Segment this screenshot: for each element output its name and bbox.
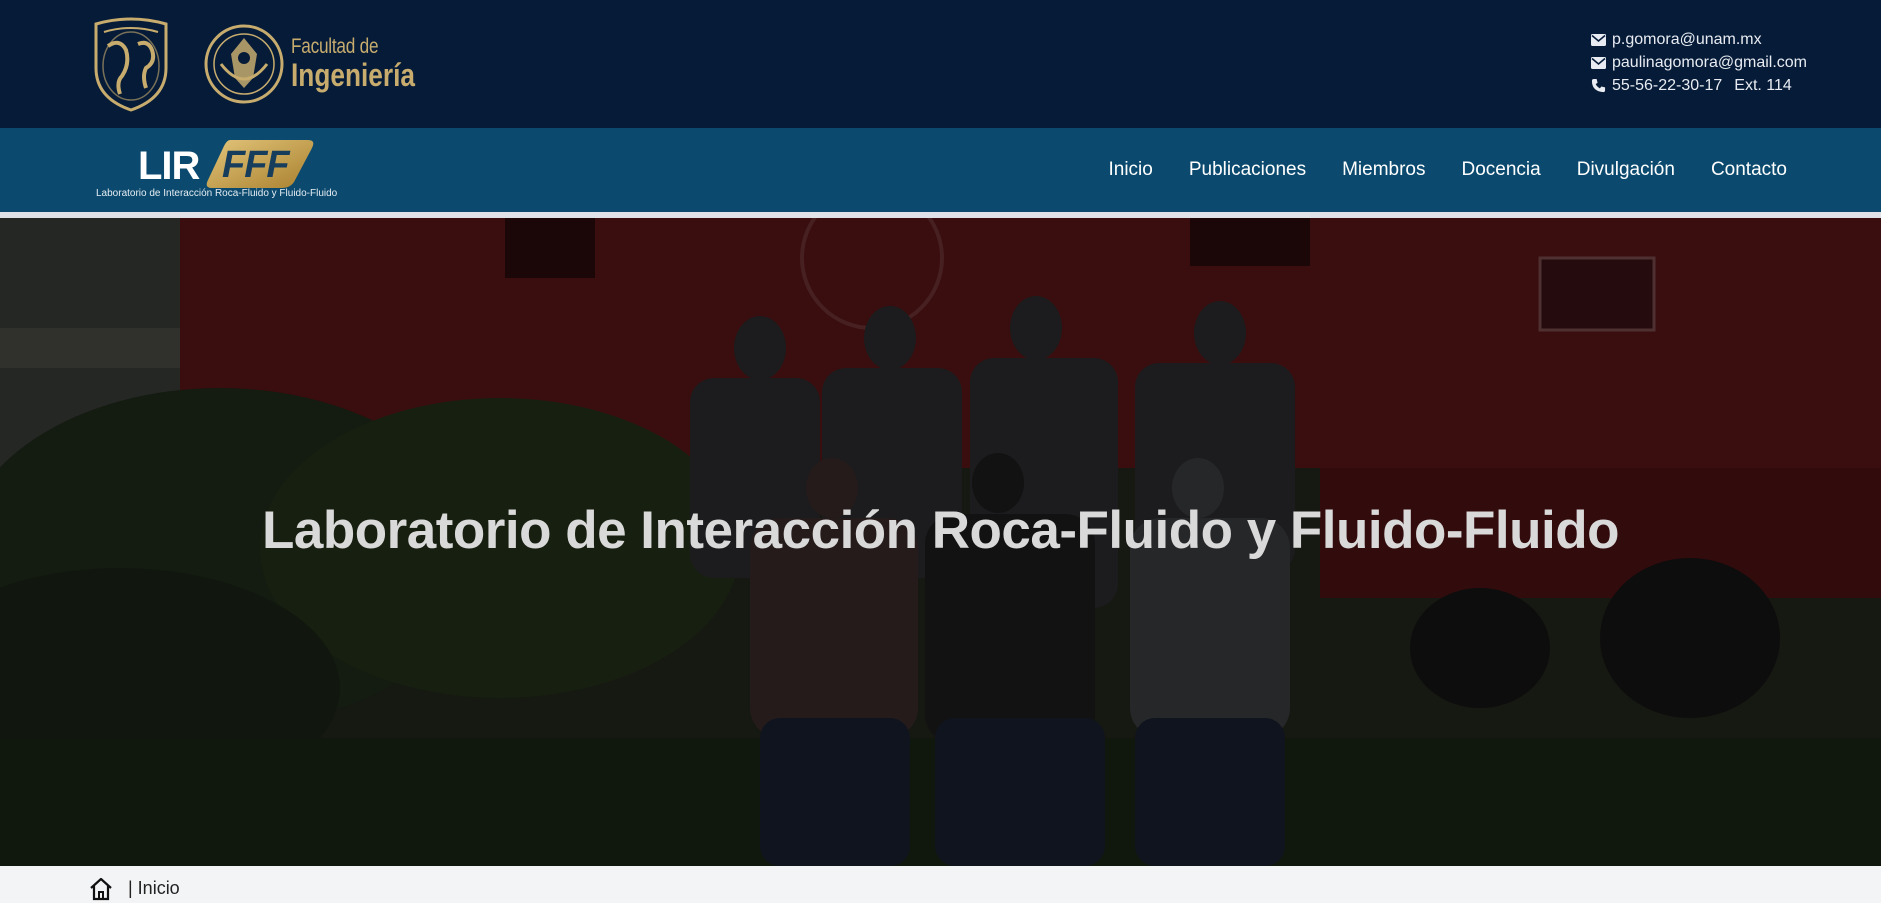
breadcrumb	[0, 866, 1881, 903]
lirfff-logo[interactable]: LIR FFF Laboratorio de Interacción Roca-…	[94, 134, 354, 206]
nav-inicio[interactable]: Inicio	[1108, 159, 1152, 181]
unam-seal-logo[interactable]	[86, 16, 176, 112]
contact-email2[interactable]: paulinagomora@gmail.com	[1591, 51, 1807, 74]
nav-docencia[interactable]: Docencia	[1462, 159, 1541, 181]
hero-banner: Laboratorio de Interacción Roca-Fluido y…	[0, 218, 1881, 866]
nav-divulgacion[interactable]: Divulgación	[1577, 159, 1675, 181]
nav-contacto[interactable]: Contacto	[1711, 159, 1787, 181]
email1-text: p.gomora@unam.mx	[1612, 31, 1762, 48]
faculty-line1: Facultad de	[291, 35, 379, 58]
nav-menu: Inicio Publicaciones Miembros Docencia D…	[1072, 128, 1787, 212]
brand-lir: LIR	[138, 144, 200, 188]
phone-icon	[1591, 78, 1606, 93]
envelope-icon	[1591, 56, 1606, 69]
envelope-icon	[1591, 33, 1606, 46]
breadcrumb-current: | Inicio	[128, 878, 180, 898]
home-icon[interactable]	[88, 877, 114, 901]
hero-title: Laboratorio de Interacción Roca-Fluido y…	[262, 501, 1619, 560]
nav-miembros[interactable]: Miembros	[1342, 159, 1425, 181]
top-header: Facultad de Ingeniería p.gomora@unam.mx …	[0, 0, 1881, 128]
fi-seal-logo[interactable]	[203, 14, 285, 114]
phone-text: 55-56-22-30-17	[1612, 77, 1723, 94]
faculty-line2: Ingeniería	[291, 57, 415, 93]
email2-text: paulinagomora@gmail.com	[1612, 54, 1807, 71]
phone-ext: Ext. 114	[1734, 77, 1792, 94]
contact-email1[interactable]: p.gomora@unam.mx	[1591, 28, 1807, 51]
brand-subtitle: Laboratorio de Interacción Roca-Fluido y…	[96, 188, 338, 199]
contact-info: p.gomora@unam.mx paulinagomora@gmail.com…	[1591, 28, 1807, 97]
contact-phone[interactable]: 55-56-22-30-17 Ext. 114	[1591, 74, 1807, 97]
brand-fff: FFF	[222, 144, 290, 186]
faculty-wordmark: Facultad de Ingeniería	[291, 36, 442, 91]
nav-publicaciones[interactable]: Publicaciones	[1189, 159, 1306, 181]
